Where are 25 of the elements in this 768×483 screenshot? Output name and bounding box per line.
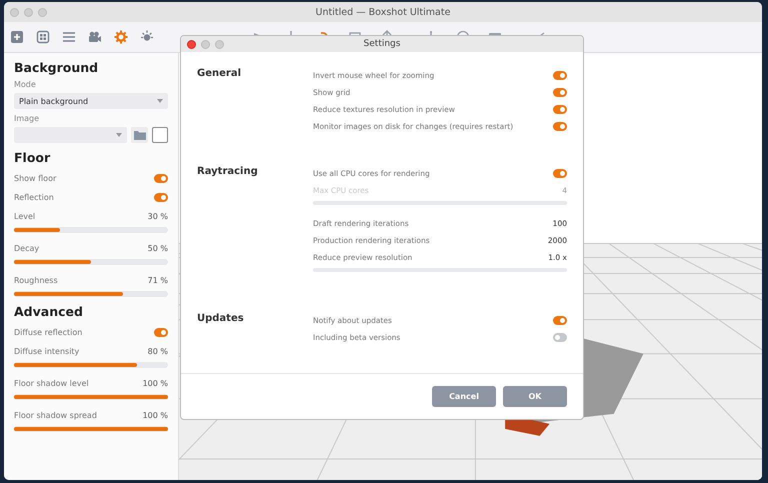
setting-label: Decay: [14, 244, 40, 253]
slider-value: 80 %: [148, 347, 168, 356]
setting-label: Show floor: [14, 174, 56, 183]
slider-value: 50 %: [148, 244, 168, 253]
setting-label: Floor shadow level: [14, 379, 89, 388]
setting-label: Roughness: [14, 276, 58, 285]
setting-label: Diffuse intensity: [14, 347, 80, 356]
setting-label: Level: [14, 212, 36, 221]
setting-label: Diffuse reflection: [14, 328, 82, 337]
slider-value: 71 %: [148, 276, 168, 285]
section-heading: General: [197, 67, 242, 81]
slider-value: 100 %: [142, 411, 168, 420]
field-label: Image: [14, 114, 40, 123]
slider-value: 100 %: [142, 379, 168, 388]
dialog-title: Settings: [364, 39, 400, 49]
section-heading: Raytracing: [197, 165, 259, 179]
field-label: Mode: [14, 80, 37, 89]
setting-label: Floor shadow spread: [14, 411, 97, 420]
slider-value: 30 %: [148, 212, 168, 221]
window-title: Untitled — Boxshot Ultimate: [316, 6, 450, 18]
section-heading: Updates: [197, 312, 245, 326]
section-heading: Floor: [14, 150, 52, 165]
section-heading: Advanced: [14, 304, 84, 319]
setting-label: Reflection: [14, 193, 54, 202]
section-heading: Background: [14, 60, 100, 75]
